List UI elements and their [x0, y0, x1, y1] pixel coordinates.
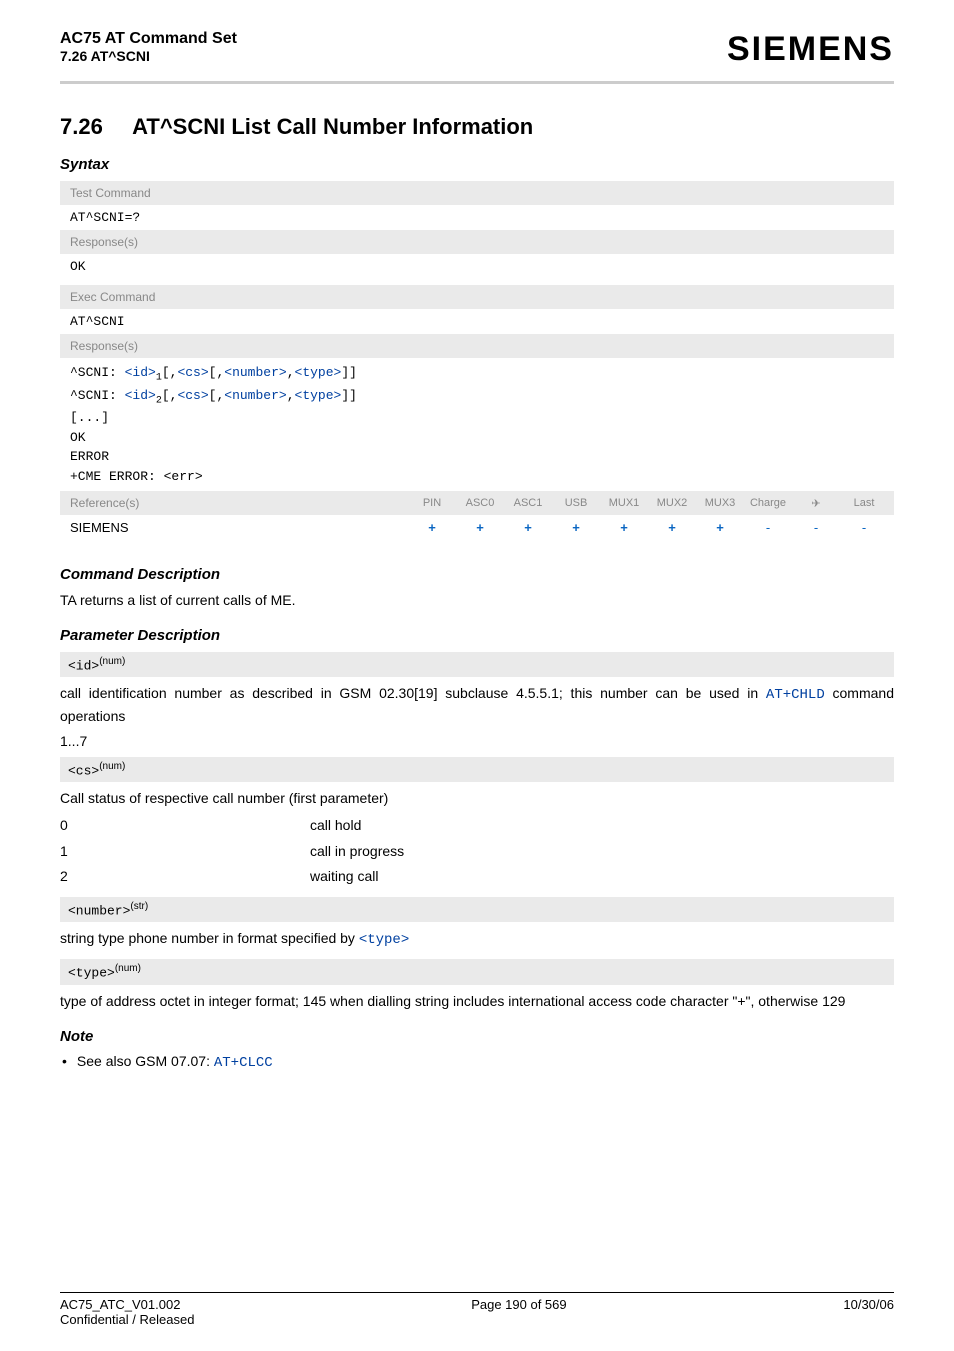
col-asc1: ASC1: [508, 497, 548, 510]
val-pin: +: [412, 520, 452, 535]
param-id-text: call identification number as described …: [60, 683, 894, 727]
section-title: AT^SCNI List Call Number Information: [132, 114, 533, 139]
scni-ellipsis: [...]: [70, 408, 884, 428]
col-last: Last: [844, 497, 884, 510]
cs-row: 1 call in progress: [60, 839, 894, 864]
note-bullet: • See also GSM 07.07: AT+CLCC: [62, 1053, 894, 1071]
parameter-description-heading: Parameter Description: [60, 627, 894, 644]
val-last: -: [844, 520, 884, 535]
references-header: Reference(s) PIN ASC0 ASC1 USB MUX1 MUX2…: [60, 491, 894, 515]
header-left: AC75 AT Command Set 7.26 AT^SCNI: [60, 30, 237, 64]
col-mux1: MUX1: [604, 497, 644, 510]
page-footer: AC75_ATC_V01.002 Confidential / Released…: [60, 1292, 894, 1327]
col-charge: Charge: [748, 497, 788, 510]
val-asc1: +: [508, 520, 548, 535]
param-number-text: string type phone number in format speci…: [60, 928, 894, 951]
col-mux2: MUX2: [652, 497, 692, 510]
val-mux1: +: [604, 520, 644, 535]
footer-left: AC75_ATC_V01.002 Confidential / Released: [60, 1297, 194, 1327]
val-airplane: -: [796, 520, 836, 535]
param-cs-intro: Call status of respective call number (f…: [60, 788, 894, 809]
col-airplane-icon: ✈: [796, 497, 836, 510]
siemens-logo: SIEMENS: [727, 30, 894, 69]
link-at-clcc[interactable]: AT+CLCC: [214, 1055, 273, 1071]
val-mux2: +: [652, 520, 692, 535]
references-label: Reference(s): [70, 496, 139, 510]
test-command: AT^SCNI=?: [60, 205, 894, 230]
scni-ok: OK: [70, 428, 884, 448]
response-body: ^SCNI: <id>1[,<cs>[,<number>,<type>]] ^S…: [60, 358, 894, 491]
syntax-block: Test Command AT^SCNI=? Response(s) OK Ex…: [60, 181, 894, 540]
val-mux3: +: [700, 520, 740, 535]
param-type-box: <type>(num): [60, 959, 894, 984]
col-pin: PIN: [412, 497, 452, 510]
scni-error: ERROR: [70, 447, 884, 467]
col-mux3: MUX3: [700, 497, 740, 510]
scni-line-2: ^SCNI: <id>2[,<cs>[,<number>,<type>]]: [70, 386, 884, 409]
param-id-box: <id>(num): [60, 652, 894, 677]
val-usb: +: [556, 520, 596, 535]
cs-table: 0 call hold 1 call in progress 2 waiting…: [60, 813, 894, 889]
val-asc0: +: [460, 520, 500, 535]
responses-label: Response(s): [60, 230, 894, 254]
exec-command: AT^SCNI: [60, 309, 894, 334]
references-values: + + + + + + + - - -: [412, 520, 884, 535]
param-cs-box: <cs>(num): [60, 757, 894, 782]
syntax-heading: Syntax: [60, 156, 894, 173]
test-command-label: Test Command: [60, 181, 894, 205]
command-description-heading: Command Description: [60, 566, 894, 583]
scni-cme-error: +CME ERROR: <err>: [70, 467, 884, 487]
references-columns: PIN ASC0 ASC1 USB MUX1 MUX2 MUX3 Charge …: [412, 497, 884, 510]
scni-line-1: ^SCNI: <id>1[,<cs>[,<number>,<type>]]: [70, 363, 884, 386]
responses-label-2: Response(s): [60, 334, 894, 358]
footer-center: Page 190 of 569: [471, 1297, 566, 1327]
param-number-box: <number>(str): [60, 897, 894, 922]
references-vendor: SIEMENS: [70, 520, 129, 535]
link-at-chld[interactable]: AT+CHLD: [766, 687, 825, 703]
response-ok: OK: [60, 254, 894, 279]
exec-command-label: Exec Command: [60, 285, 894, 309]
note-heading: Note: [60, 1028, 894, 1045]
col-asc0: ASC0: [460, 497, 500, 510]
command-description-text: TA returns a list of current calls of ME…: [60, 591, 894, 611]
section-number: 7.26: [60, 114, 103, 140]
val-charge: -: [748, 520, 788, 535]
references-body: SIEMENS + + + + + + + - - -: [60, 515, 894, 540]
cs-row: 2 waiting call: [60, 864, 894, 889]
doc-subtitle: 7.26 AT^SCNI: [60, 48, 237, 64]
param-type-text: type of address octet in integer format;…: [60, 991, 894, 1012]
param-id-range: 1...7: [60, 733, 894, 749]
page-header: AC75 AT Command Set 7.26 AT^SCNI SIEMENS: [60, 30, 894, 84]
cs-row: 0 call hold: [60, 813, 894, 838]
link-type[interactable]: <type>: [359, 932, 409, 948]
footer-right: 10/30/06: [843, 1297, 894, 1327]
bullet-icon: •: [62, 1053, 67, 1071]
col-usb: USB: [556, 497, 596, 510]
section-heading: 7.26 AT^SCNI List Call Number Informatio…: [60, 114, 894, 140]
doc-title: AC75 AT Command Set: [60, 30, 237, 48]
